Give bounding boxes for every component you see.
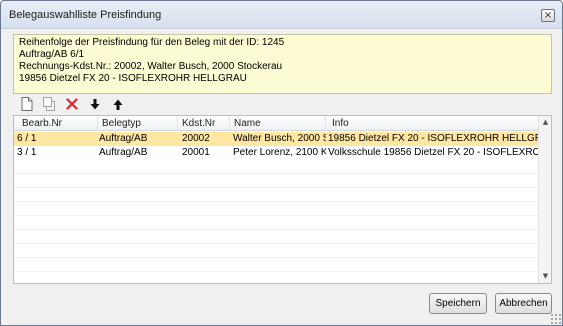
window-title: Belegauswahlliste Preisfindung xyxy=(9,9,162,21)
cell-name: Peter Lorenz, 2100 Kor xyxy=(233,147,326,158)
table-row[interactable]: 3 / 1 Auftrag/AB 20001 Peter Lorenz, 210… xyxy=(14,146,539,160)
info-panel: Reihenfolge der Preisfindung für den Bel… xyxy=(13,34,552,94)
close-button[interactable]: × xyxy=(541,9,555,22)
title-bar[interactable]: Belegauswahlliste Preisfindung × xyxy=(1,1,562,29)
delete-icon[interactable] xyxy=(64,96,80,112)
info-line: Auftrag/AB 6/1 xyxy=(19,49,85,60)
cell-kdst-nr: 20002 xyxy=(182,133,210,144)
cancel-button[interactable]: Abbrechen xyxy=(495,293,552,314)
column-header-belegtyp[interactable]: Belegtyp xyxy=(98,116,178,131)
cell-kdst-nr: 20001 xyxy=(182,147,210,158)
scroll-up-icon[interactable]: ▲ xyxy=(539,116,552,129)
empty-grid-area xyxy=(14,160,539,283)
table-row[interactable]: 6 / 1 Auftrag/AB 20002 Walter Busch, 200… xyxy=(14,132,539,146)
column-header-name[interactable]: Name xyxy=(230,116,326,131)
cell-info: 19856 Dietzel FX 20 - ISOFLEXROHR HELLGR… xyxy=(328,133,539,144)
save-button[interactable]: Speichern xyxy=(429,293,487,314)
table-header: Bearb.Nr Belegtyp Kdst.Nr Name Info xyxy=(14,116,539,131)
cell-belegtyp: Auftrag/AB xyxy=(99,147,148,158)
column-header-bearb-nr[interactable]: Bearb.Nr xyxy=(14,116,98,131)
scroll-down-icon[interactable]: ▼ xyxy=(539,270,552,283)
cell-name: Walter Busch, 2000 Sto xyxy=(233,133,326,144)
column-header-kdst-nr[interactable]: Kdst.Nr xyxy=(178,116,230,131)
info-line: 19856 Dietzel FX 20 - ISOFLEXROHR HELLGR… xyxy=(19,73,247,84)
info-line: Rechnungs-Kdst.Nr.: 20002, Walter Busch,… xyxy=(19,61,283,72)
cell-info: Volksschule 19856 Dietzel FX 20 - ISOFLE… xyxy=(328,147,539,158)
move-up-icon[interactable] xyxy=(110,96,126,112)
vertical-scrollbar[interactable]: ▲ ▼ xyxy=(538,116,551,283)
cell-bearb-nr: 6 / 1 xyxy=(17,133,37,144)
results-table[interactable]: Bearb.Nr Belegtyp Kdst.Nr Name Info 6 / … xyxy=(13,115,552,284)
column-header-info[interactable]: Info xyxy=(326,116,539,131)
new-document-icon[interactable] xyxy=(19,96,35,112)
move-down-icon[interactable] xyxy=(87,96,103,112)
cell-bearb-nr: 3 / 1 xyxy=(17,147,37,158)
copy-icon[interactable] xyxy=(41,96,57,112)
close-icon: × xyxy=(543,10,553,21)
toolbar xyxy=(13,95,552,113)
resize-grip-icon[interactable] xyxy=(550,313,561,324)
info-line: Reihenfolge der Preisfindung für den Bel… xyxy=(19,37,285,48)
dialog-window: Belegauswahlliste Preisfindung × Reihenf… xyxy=(0,0,563,326)
cell-belegtyp: Auftrag/AB xyxy=(99,133,148,144)
